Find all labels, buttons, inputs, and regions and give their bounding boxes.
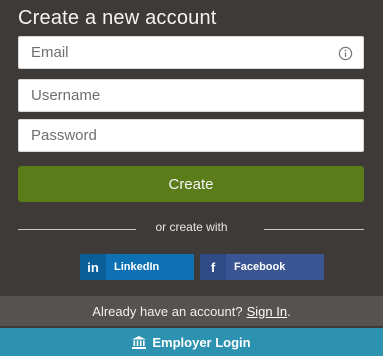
bank-icon [132, 335, 147, 349]
username-field-wrapper [18, 79, 364, 112]
facebook-label: Facebook [234, 261, 286, 273]
facebook-button[interactable]: f Facebook [200, 254, 324, 280]
employer-login-button[interactable]: Employer Login [0, 328, 383, 356]
divider-text: or create with [0, 220, 383, 234]
password-field[interactable] [19, 120, 363, 151]
linkedin-label: LinkedIn [114, 261, 160, 273]
email-field[interactable] [19, 37, 363, 68]
email-field-wrapper [18, 36, 364, 69]
form-title: Create a new account [18, 7, 217, 29]
facebook-icon: f [200, 254, 226, 280]
signin-suffix: . [287, 303, 291, 319]
divider-line-right [264, 229, 364, 230]
employer-login-label: Employer Login [152, 334, 251, 350]
divider-label: or create with [155, 220, 228, 234]
password-field-wrapper [18, 119, 364, 152]
signin-link[interactable]: Sign In [247, 304, 287, 319]
create-button[interactable]: Create [18, 166, 364, 202]
username-field[interactable] [19, 80, 363, 111]
linkedin-button[interactable]: in LinkedIn [80, 254, 194, 280]
linkedin-icon: in [80, 254, 106, 280]
info-icon[interactable] [338, 46, 353, 61]
signin-prompt: Already have an account? [92, 303, 243, 319]
signup-panel: Create a new account Create or create wi… [0, 0, 383, 356]
signin-bar: Already have an account? Sign In . [0, 296, 383, 326]
